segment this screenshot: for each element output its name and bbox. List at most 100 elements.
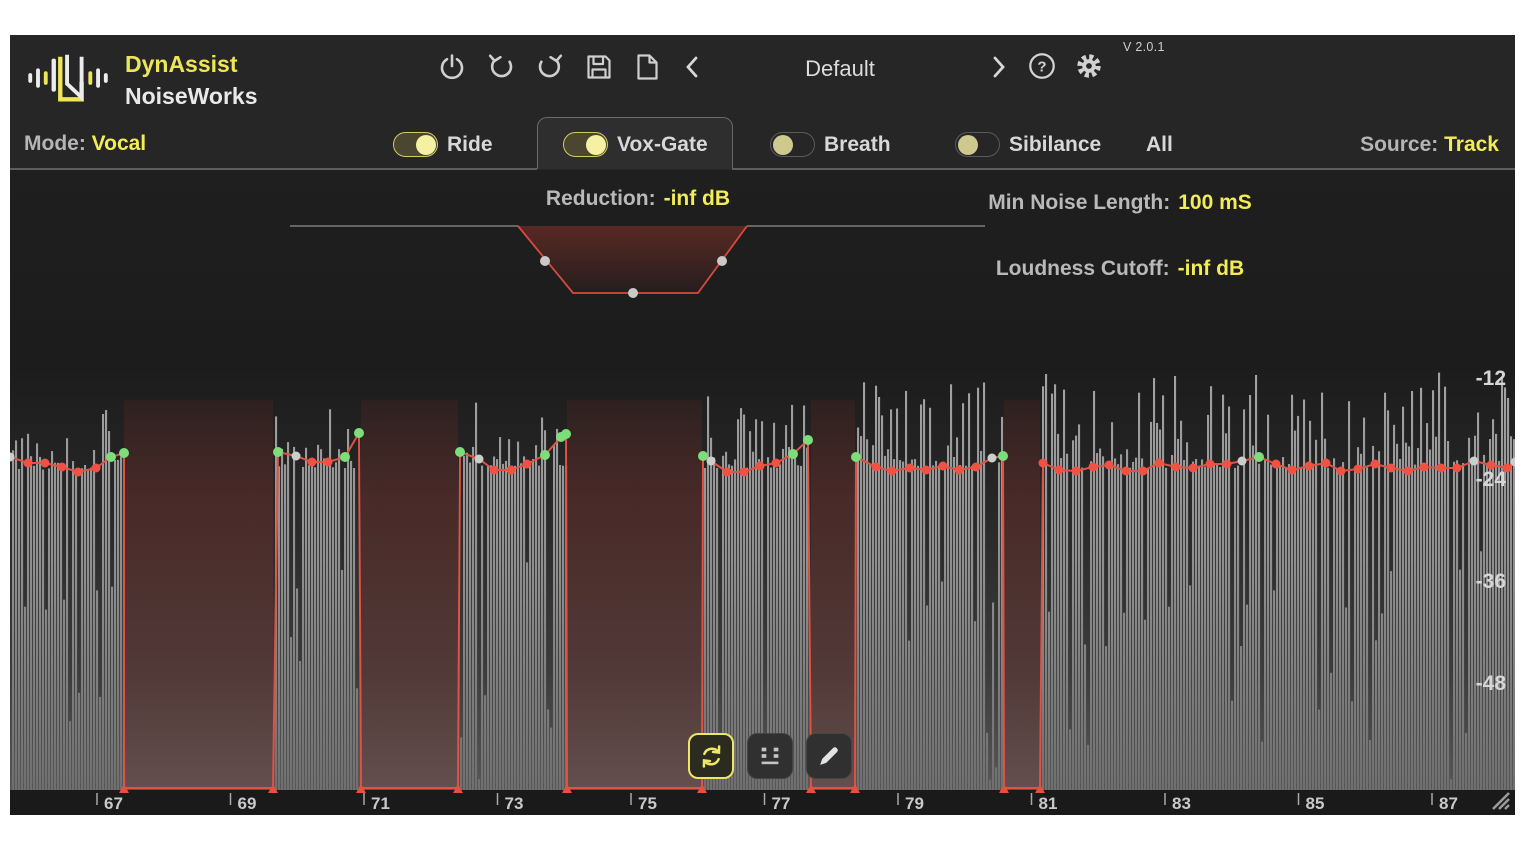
envelope-node[interactable] [998,451,1008,461]
next-preset-icon[interactable] [983,52,1013,82]
envelope-node[interactable] [698,451,708,461]
envelope-node[interactable] [1420,463,1429,472]
envelope-node[interactable] [1072,467,1081,476]
loudness-cutoff-value[interactable]: -inf dB [1178,257,1244,281]
waveform-display[interactable]: 6769717375777981838587-12-24-36-48 [10,170,1515,815]
prev-preset-icon[interactable] [678,52,708,82]
envelope-node[interactable] [119,448,129,458]
envelope-node[interactable] [740,468,749,477]
gate-shape-handle[interactable] [540,256,550,266]
envelope-node[interactable] [292,452,301,461]
envelope-node[interactable] [74,468,83,477]
mode-indicator: Mode: Vocal [24,132,146,156]
gate-face-button[interactable] [747,733,793,779]
envelope-node[interactable] [1404,467,1413,476]
envelope-node[interactable] [273,447,283,457]
envelope-node[interactable] [1354,465,1363,474]
envelope-node[interactable] [561,429,571,439]
envelope-node[interactable] [803,435,813,445]
tab-all[interactable]: All [1146,133,1173,157]
envelope-node[interactable] [1238,457,1247,466]
envelope-node[interactable] [106,452,116,462]
new-file-icon[interactable] [632,52,662,82]
envelope-node[interactable] [1105,461,1114,470]
envelope-node[interactable] [972,463,981,472]
envelope-node[interactable] [1371,460,1380,469]
envelope-node[interactable] [92,464,101,473]
envelope-node[interactable] [523,460,532,469]
envelope-node[interactable] [490,466,499,475]
envelope-node[interactable] [308,458,317,467]
gated-region[interactable] [811,400,855,790]
power-icon[interactable] [437,52,467,82]
envelope-node[interactable] [1139,467,1148,476]
envelope-node[interactable] [788,449,798,459]
envelope-node[interactable] [988,454,997,463]
envelope-node[interactable] [955,466,964,475]
preset-name[interactable]: Default [770,56,910,82]
envelope-node[interactable] [1089,463,1098,472]
envelope-node[interactable] [1223,460,1232,469]
auto-refresh-button[interactable] [688,733,734,779]
envelope-node[interactable] [1305,462,1314,471]
source-indicator[interactable]: Source: Track [1360,133,1499,157]
envelope-node[interactable] [24,459,33,468]
envelope-node[interactable] [1272,460,1281,469]
resize-handle[interactable] [1481,781,1511,811]
envelope-node[interactable] [507,466,516,475]
envelope-node[interactable] [1437,464,1446,473]
gated-region[interactable] [124,400,273,790]
envelope-node[interactable] [922,466,931,475]
envelope-node[interactable] [888,467,897,476]
envelope-node[interactable] [1254,452,1264,462]
envelope-node[interactable] [939,462,948,471]
envelope-node[interactable] [354,428,364,438]
reduction-value[interactable]: -inf dB [664,187,730,211]
envelope-node[interactable] [1387,464,1396,473]
ride-toggle[interactable] [393,132,438,157]
envelope-node[interactable] [1322,459,1331,468]
breath-toggle[interactable] [770,132,815,157]
envelope-node[interactable] [1288,466,1297,475]
envelope-node[interactable] [540,450,550,460]
vox-gate-toggle[interactable] [563,132,608,157]
envelope-node[interactable] [851,452,861,462]
envelope-node[interactable] [723,468,732,477]
envelope-node[interactable] [324,458,333,467]
envelope-node[interactable] [756,462,765,471]
envelope-node[interactable] [1122,467,1131,476]
gate-shape-handle[interactable] [628,288,638,298]
brand-title: DynAssist [125,53,237,76]
save-icon[interactable] [584,52,614,82]
gated-region[interactable] [1004,400,1040,790]
help-icon[interactable]: ? [1027,51,1059,83]
envelope-node[interactable] [1155,459,1164,468]
envelope-node[interactable] [455,447,465,457]
gated-region[interactable] [361,400,458,790]
envelope-node[interactable] [1453,464,1462,473]
gate-shape-handle[interactable] [717,256,727,266]
settings-gear-icon[interactable] [1074,51,1106,83]
envelope-node[interactable] [41,459,50,468]
envelope-node[interactable] [58,463,67,472]
undo-icon[interactable] [486,52,516,82]
envelope-node[interactable] [772,459,781,468]
envelope-node[interactable] [340,452,350,462]
gated-region[interactable] [567,400,702,790]
envelope-node[interactable] [906,464,915,473]
edit-pencil-button[interactable] [806,733,852,779]
envelope-node[interactable] [1055,466,1064,475]
envelope-node[interactable] [1039,459,1048,468]
loudness-cutoff-readout: Loudness Cutoff: -inf dB [970,257,1270,281]
envelope-node[interactable] [1206,460,1215,469]
envelope-node[interactable] [1189,464,1198,473]
sibilance-toggle[interactable] [955,132,1000,157]
min-noise-value[interactable]: 100 mS [1178,191,1252,215]
envelope-node[interactable] [1337,467,1346,476]
envelope-node[interactable] [1172,463,1181,472]
envelope-node[interactable] [872,463,881,472]
redo-icon[interactable] [535,52,565,82]
envelope-node[interactable] [1470,457,1479,466]
envelope-node[interactable] [707,457,716,466]
envelope-node[interactable] [475,455,484,464]
